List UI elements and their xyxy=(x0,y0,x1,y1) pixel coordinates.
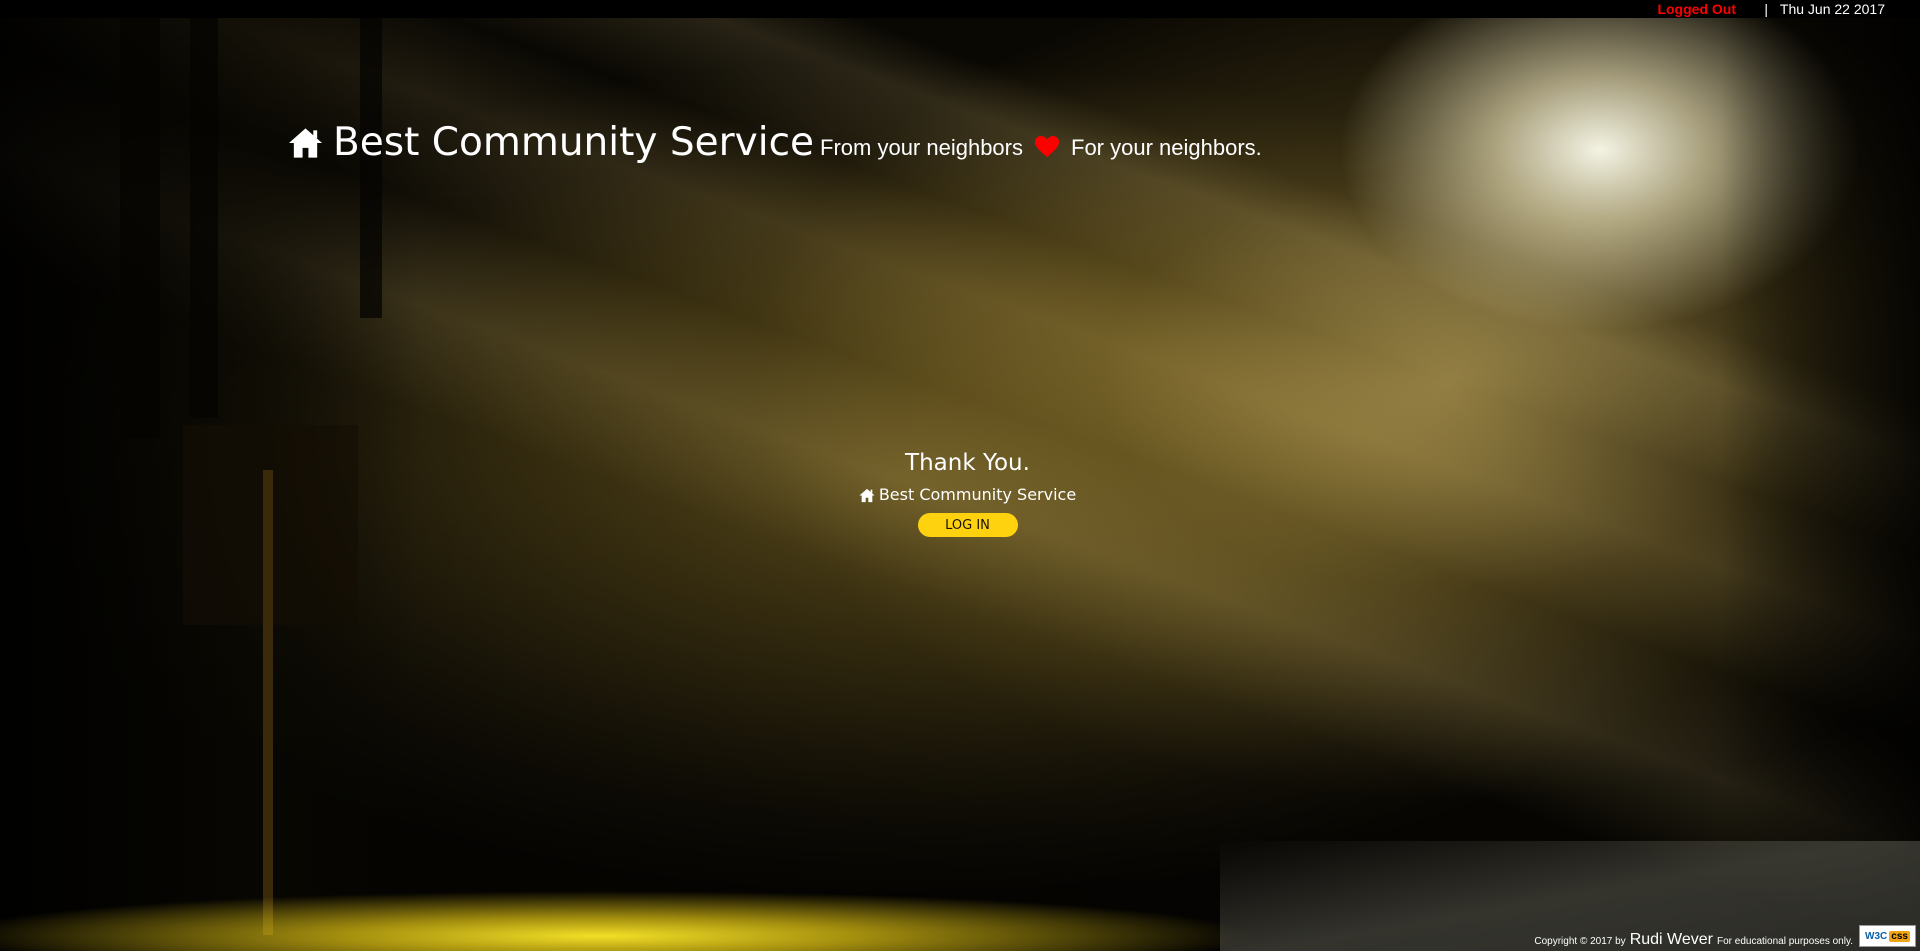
copyright-text: Copyright © 2017 by xyxy=(1534,936,1626,947)
heart-icon xyxy=(1035,136,1059,157)
home-icon xyxy=(859,488,875,502)
page-background: Logged Out | Thu Jun 22 2017 Best Commun… xyxy=(0,0,1920,951)
topbar-separator: | xyxy=(1764,1,1768,17)
tagline-part1: From your neighbors xyxy=(820,135,1023,160)
tree-trunk xyxy=(120,18,160,438)
tagline-part2: For your neighbors. xyxy=(1071,135,1262,160)
site-title[interactable]: Best Community Service xyxy=(333,120,814,165)
ground-glow xyxy=(0,881,1400,951)
author-link[interactable]: Rudi Wever xyxy=(1630,931,1713,949)
home-icon xyxy=(288,128,323,158)
footer: Copyright © 2017 by Rudi Wever For educa… xyxy=(1534,925,1916,949)
w3c-label: W3C xyxy=(1865,930,1888,942)
login-status: Logged Out xyxy=(1657,1,1736,17)
brand-small: Best Community Service xyxy=(859,484,1076,506)
top-bar: Logged Out | Thu Jun 22 2017 xyxy=(0,0,1920,18)
current-date: Thu Jun 22 2017 xyxy=(1779,1,1885,17)
login-button[interactable]: LOG IN xyxy=(917,512,1018,537)
main-content: Thank You. Best Community Service LOG IN xyxy=(0,446,1920,537)
brand-small-label: Best Community Service xyxy=(878,485,1077,504)
css-label: css xyxy=(1889,930,1910,942)
site-header: Best Community Service From your neighbo… xyxy=(288,120,1262,170)
thank-you-heading: Thank You. xyxy=(905,450,1030,476)
tree-trunk xyxy=(190,18,218,418)
sign-post xyxy=(263,470,273,935)
footer-note: For educational purposes only. xyxy=(1716,936,1853,947)
w3c-css-badge[interactable]: W3C css xyxy=(1859,925,1916,947)
